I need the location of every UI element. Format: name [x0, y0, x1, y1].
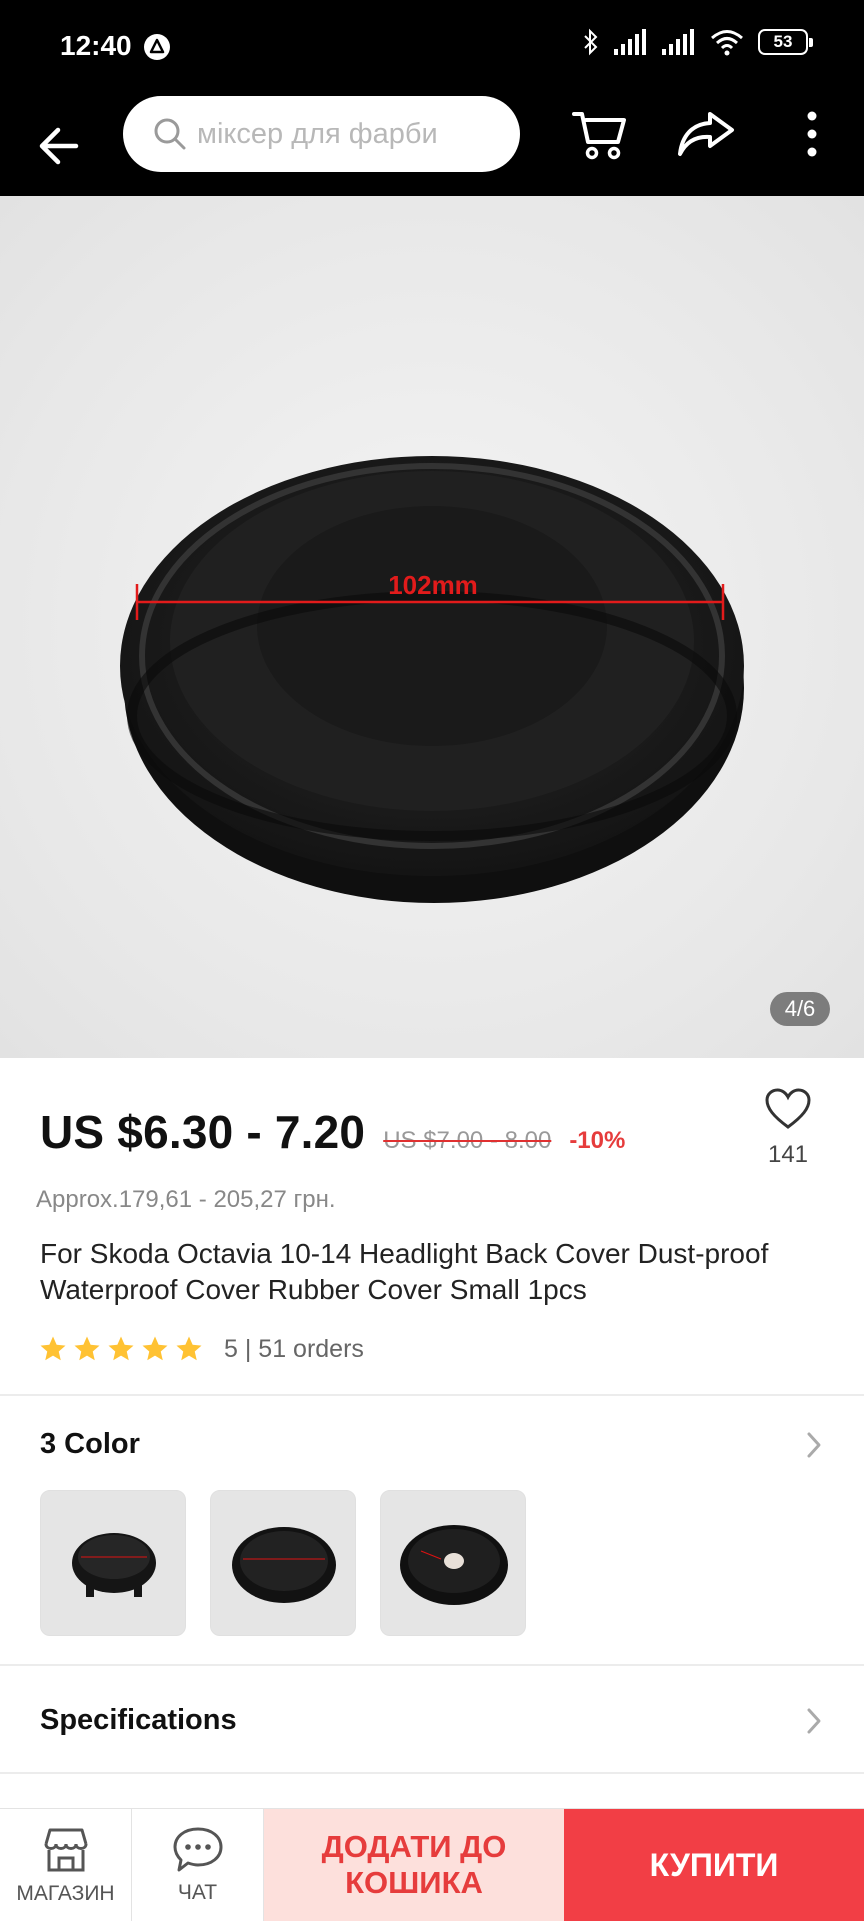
add-to-cart-button[interactable]: ДОДАТИ ДО КОШИКА: [264, 1809, 564, 1921]
photo-counter: 4/6: [770, 992, 830, 1026]
status-bar: 12:40 53: [0, 0, 864, 96]
specifications-title: Specifications: [40, 1704, 237, 1736]
signal-icon: [614, 29, 646, 55]
wishlist-count: 141: [767, 1141, 809, 1168]
top-toolbar: міксер для фарби: [0, 96, 864, 196]
color-swatch-1[interactable]: [40, 1490, 186, 1636]
signal-icon-2: [662, 29, 694, 55]
more-options-icon[interactable]: [782, 106, 842, 162]
star-icon: [176, 1336, 202, 1361]
wishlist-button[interactable]: 141: [758, 1088, 818, 1169]
star-icon: [108, 1336, 134, 1361]
store-icon: [44, 1828, 87, 1872]
discount-badge: -10%: [569, 1127, 626, 1154]
color-section-title: 3 Color: [40, 1428, 140, 1460]
store-button[interactable]: МАГАЗИН: [0, 1809, 132, 1921]
app-notification-icon: [144, 34, 170, 60]
star-icon: [142, 1336, 168, 1361]
buy-now-button[interactable]: КУПИТИ: [564, 1809, 864, 1921]
color-swatch-2[interactable]: [210, 1490, 356, 1636]
battery-level: 53: [773, 32, 793, 51]
price-row: US $6.30 - 7.20 US $7.00 - 8.00 -10%: [40, 1105, 625, 1159]
divider: [0, 1394, 864, 1396]
product-image-gallery[interactable]: 102mm 4/6: [0, 196, 864, 1058]
star-icon: [40, 1336, 66, 1361]
status-icons: 53: [582, 28, 813, 56]
swatch-image: [232, 1527, 336, 1603]
swatch-image: [400, 1525, 508, 1605]
chat-button[interactable]: ЧАТ: [132, 1809, 264, 1921]
bottom-action-bar: МАГАЗИН ЧАТ ДОДАТИ ДО КОШИКА КУПИТИ: [0, 1808, 864, 1921]
original-price: US $7.00 - 8.00: [383, 1127, 552, 1154]
search-placeholder: міксер для фарби: [197, 117, 438, 150]
dimension-label: 102mm: [388, 570, 478, 600]
color-swatch-3[interactable]: [380, 1490, 526, 1636]
bluetooth-icon: [584, 28, 598, 56]
store-label: МАГАЗИН: [16, 1882, 115, 1905]
battery-indicator: 53: [758, 29, 813, 55]
chevron-right-icon: [807, 1432, 821, 1458]
heart-icon: [765, 1088, 811, 1129]
swatch-image: [72, 1533, 156, 1597]
search-input[interactable]: міксер для фарби: [123, 96, 520, 172]
divider: [0, 1772, 864, 1774]
back-arrow-icon[interactable]: [36, 116, 88, 176]
chat-label: ЧАТ: [177, 1881, 218, 1904]
chat-icon: [173, 1827, 222, 1872]
share-icon[interactable]: [676, 106, 736, 162]
approx-price: Approx.179,61 - 205,27 грн.: [36, 1186, 336, 1213]
current-price: US $6.30 - 7.20: [40, 1106, 366, 1158]
divider: [0, 1664, 864, 1666]
rating-orders-text: 5 | 51 orders: [224, 1334, 364, 1363]
wifi-icon: [711, 30, 743, 56]
star-icon: [74, 1336, 100, 1361]
status-time: 12:40: [60, 30, 132, 61]
rating-row[interactable]: 5 | 51 orders: [38, 1334, 364, 1364]
chevron-right-icon: [807, 1708, 821, 1734]
cart-icon[interactable]: [570, 106, 630, 162]
search-icon: [154, 118, 186, 150]
product-photo: 102mm: [120, 456, 744, 903]
product-title: For Skoda Octavia 10-14 Headlight Back C…: [40, 1238, 769, 1305]
